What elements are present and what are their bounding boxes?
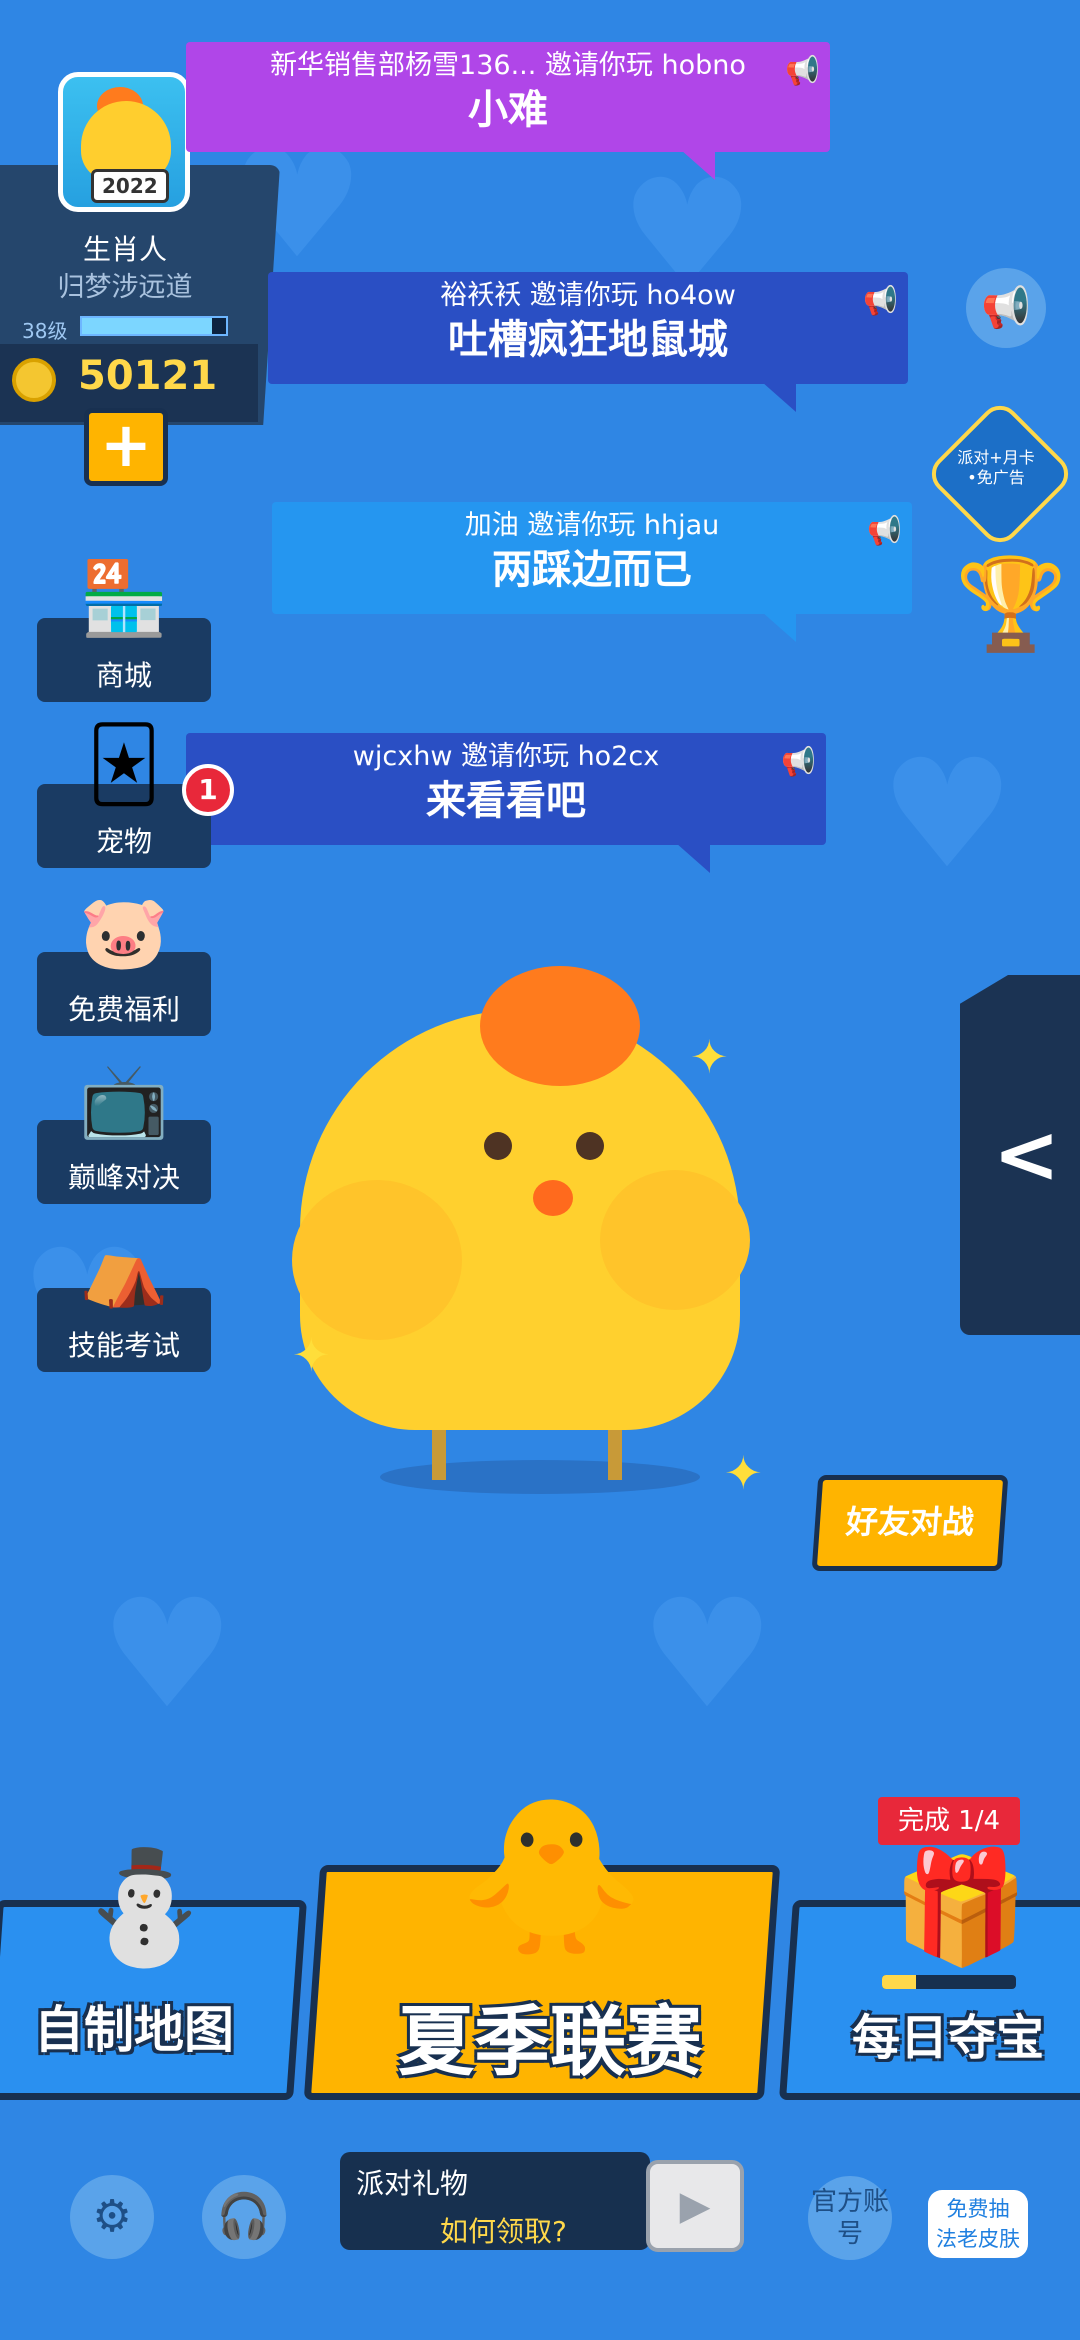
gift-title: 派对礼物 xyxy=(356,2167,469,2200)
invite-text: wjcxhw 邀请你玩 ho2cx xyxy=(352,741,660,772)
menu-label: 免费福利 xyxy=(67,993,180,1026)
invite-text: 加油 邀请你玩 hhjau xyxy=(464,510,720,541)
task-progress-badge: 完成 1/4 xyxy=(878,1797,1020,1845)
free-skin-line-1: 免费抽 xyxy=(946,2197,1010,2221)
avatar-year-badge: 2022 xyxy=(91,169,169,203)
character-wing xyxy=(600,1170,750,1310)
invite-text: 新华销售部杨雪136... 邀请你玩 hobno xyxy=(270,50,746,81)
party-pass-label: 派对+月卡 •免广告 xyxy=(957,448,1035,487)
free-skin-line-2: 法老皮肤 xyxy=(936,2227,1020,2251)
megaphone-icon: 📢 xyxy=(863,284,898,317)
summer-league-label: 夏季联赛 xyxy=(398,1997,702,2086)
invite-banner[interactable]: wjcxhw 邀请你玩 ho2cx 来看看吧 📢 xyxy=(186,733,826,873)
character-wing xyxy=(292,1180,462,1340)
banner-tail xyxy=(762,382,796,412)
sparkle-icon: ✦ xyxy=(292,1328,331,1382)
coin-icon xyxy=(12,358,56,402)
sparkle-icon: ✦ xyxy=(690,1030,729,1084)
league-mascot-icon: 🐥 xyxy=(458,1790,645,1964)
daily-treasure-label: 每日夺宝 xyxy=(852,2010,1045,2066)
gear-icon: ⚙ xyxy=(92,2191,132,2242)
megaphone-icon: 📢 xyxy=(867,514,902,547)
notification-badge: 1 xyxy=(182,764,234,816)
trophy-icon[interactable]: 🏆 xyxy=(955,560,1067,650)
coin-balance: 50121 xyxy=(78,353,218,399)
chevron-left-icon[interactable]: < xyxy=(993,1108,1060,1201)
headset-icon: 🎧 xyxy=(216,2191,272,2242)
invite-banner[interactable]: 新华销售部杨雪136... 邀请你玩 hobno 小难 📢 xyxy=(186,42,830,180)
menu-label: 巅峰对决 xyxy=(67,1161,180,1194)
menu-free-benefits-button[interactable]: 🐷 免费福利 xyxy=(37,896,211,1036)
player-level: 38级 xyxy=(22,319,68,343)
player-title: 归梦涉远道 xyxy=(57,272,193,303)
announcement-button[interactable]: 📢 xyxy=(966,268,1046,348)
character-shadow xyxy=(380,1460,700,1494)
pet-cards-icon: 🃏 xyxy=(87,722,161,806)
piggy-bank-icon: 🐷 xyxy=(79,890,169,974)
character-eye xyxy=(484,1132,512,1160)
invite-banner[interactable]: 加油 邀请你玩 hhjau 两踩边而已 📢 xyxy=(272,502,912,642)
support-button[interactable]: 🎧 xyxy=(202,2175,286,2259)
settings-button[interactable]: ⚙ xyxy=(70,2175,154,2259)
megaphone-icon: 📢 xyxy=(785,54,820,87)
megaphone-icon: 📢 xyxy=(781,745,816,778)
friend-battle-button[interactable]: 好友对战 xyxy=(811,1475,1009,1571)
avatar[interactable]: 2022 xyxy=(58,72,190,212)
gift-how-to-link[interactable]: 如何领取? xyxy=(440,2210,567,2250)
menu-peak-battle-button[interactable]: 📺 巅峰对决 xyxy=(37,1064,211,1204)
invite-text: 裕袄袄 邀请你玩 ho4ow xyxy=(440,280,736,311)
invite-banner[interactable]: 裕袄袄 邀请你玩 ho4ow 吐槽疯狂地鼠城 📢 xyxy=(268,272,908,412)
treasure-chest-icon: 🎁 xyxy=(892,1843,1029,1971)
party-gift-panel[interactable]: 派对礼物 如何领取? xyxy=(340,2152,650,2250)
snowman-mascot-icon: ⛄ xyxy=(76,1843,213,1971)
tent-icon: ⛺ xyxy=(79,1226,169,1310)
background-heart: ♥ xyxy=(640,1568,775,1742)
player-name: 生肖人 xyxy=(82,233,167,266)
menu-label: 技能考试 xyxy=(67,1329,180,1362)
tv-icon: 📺 xyxy=(79,1058,169,1142)
banner-tail xyxy=(762,612,796,642)
character-eye xyxy=(576,1132,604,1160)
invite-room-name: 小难 xyxy=(468,87,548,133)
menu-shop-button[interactable]: 🏪 商城 xyxy=(37,562,211,702)
banner-tail xyxy=(681,150,715,180)
level-progress-bar xyxy=(80,316,228,336)
plus-icon: + xyxy=(100,408,152,481)
invite-room-name: 两踩边而已 xyxy=(492,547,692,593)
character-beak xyxy=(533,1180,573,1216)
shop-icon: 🏪 xyxy=(79,556,169,640)
banner-tail xyxy=(676,843,710,873)
background-heart: ♥ xyxy=(100,1568,235,1742)
invite-room-name: 来看看吧 xyxy=(426,778,586,824)
character-crest xyxy=(480,966,640,1086)
menu-skill-test-button[interactable]: ⛺ 技能考试 xyxy=(37,1232,211,1372)
background-heart: ♥ xyxy=(880,728,1015,902)
sparkle-icon: ✦ xyxy=(724,1446,763,1500)
megaphone-icon: 📢 xyxy=(981,285,1031,331)
custom-map-label: 自制地图 xyxy=(34,2001,234,2059)
menu-label: 商城 xyxy=(95,659,152,692)
official-account-button[interactable]: 官方账号 xyxy=(808,2176,892,2260)
treasure-progress-bar xyxy=(882,1975,1016,1989)
free-skin-draw-button[interactable]: 免费抽 法老皮肤 xyxy=(928,2190,1028,2258)
menu-label: 宠物 xyxy=(95,825,152,858)
invite-room-name: 吐槽疯狂地鼠城 xyxy=(448,317,728,363)
video-icon[interactable]: ▶ xyxy=(646,2160,744,2252)
add-coins-button[interactable]: + xyxy=(84,408,168,486)
